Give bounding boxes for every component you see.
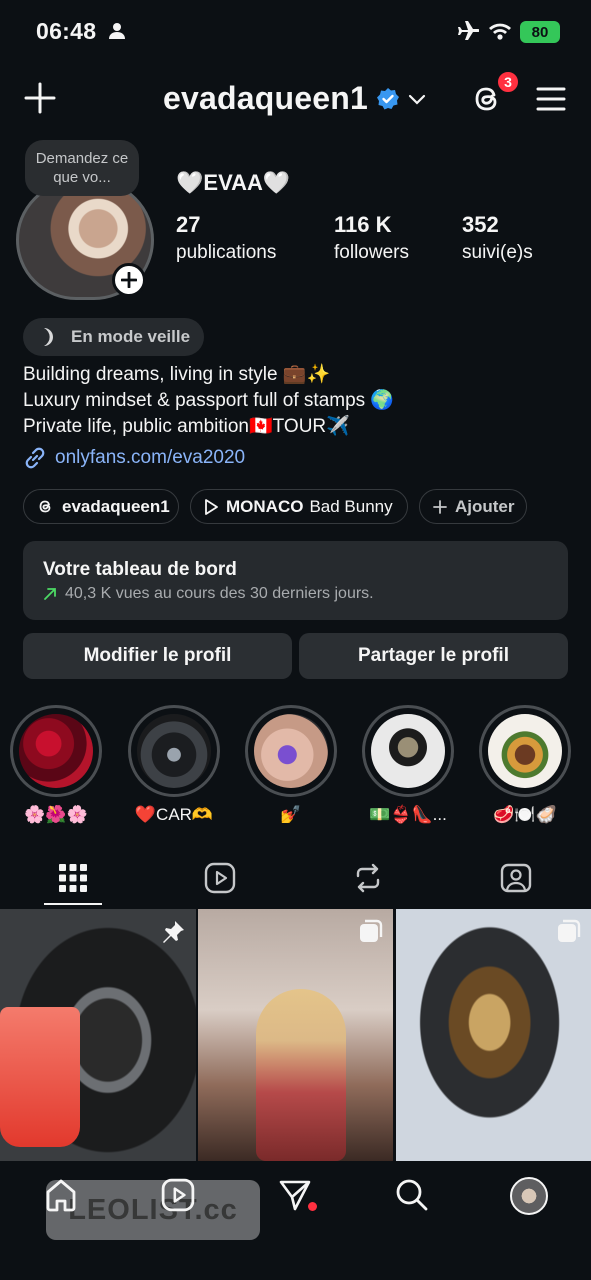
add-chip-label: Ajouter (455, 496, 515, 516)
highlight-ring (362, 705, 454, 797)
stat-label: followers (334, 242, 409, 263)
status-time: 06:48 (36, 18, 97, 44)
post-figure (256, 989, 346, 1161)
stat-label: suivi(e)s (462, 242, 533, 263)
bio-line: Private life, public ambition🇨🇦TOUR✈️ (23, 416, 350, 437)
music-artist: Bad Bunny (309, 496, 393, 516)
chevron-down-icon (408, 93, 426, 105)
reels-icon (204, 862, 236, 894)
play-icon (204, 498, 218, 515)
post-tile[interactable] (0, 909, 196, 1161)
repost-icon (353, 862, 383, 894)
drink-cup (0, 1007, 80, 1147)
menu-button[interactable] (536, 86, 566, 112)
person-icon (108, 22, 126, 40)
dashboard-subtitle-row: 40,3 K vues au cours des 30 derniers jou… (43, 585, 548, 603)
watermark-logo: LEOLIST.cc (46, 1180, 260, 1240)
story-highlight[interactable]: 💅 (245, 705, 337, 825)
tagged-person-icon (500, 862, 532, 894)
highlight-ring (479, 705, 571, 797)
sleep-mode-status[interactable]: En mode veille (23, 318, 204, 356)
note-bubble[interactable]: Demandez ce que vo... (25, 140, 139, 196)
pin-icon (160, 919, 186, 945)
tab-posts-grid[interactable] (51, 858, 95, 898)
highlight-label: 💅 (280, 805, 302, 824)
reels-nav-icon[interactable] (161, 1178, 195, 1212)
threads-chip-label: evadaqueen1 (62, 496, 170, 516)
sleep-mode-label: En mode veille (71, 327, 191, 346)
story-highlight[interactable]: 🌸🌺🌸 (10, 705, 102, 825)
bio-link-text: onlyfans.com/eva2020 (55, 447, 246, 468)
threads-icon (37, 498, 54, 515)
multiple-photos-icon (359, 919, 383, 943)
moon-icon (37, 326, 59, 348)
grid-icon (58, 863, 88, 893)
username: evadaqueen1 (163, 80, 368, 116)
notification-badge: 3 (496, 70, 520, 94)
profile-music-chip[interactable]: MONACO Bad Bunny (190, 489, 408, 524)
add-story-button[interactable] (112, 263, 146, 297)
highlight-cover (371, 714, 445, 788)
highlight-ring (245, 705, 337, 797)
highlight-ring (128, 705, 220, 797)
tab-reels[interactable] (198, 858, 242, 898)
story-highlight[interactable]: 🥩🍽️🦪 (479, 705, 571, 825)
bio-line: Building dreams, living in style 💼✨ (23, 364, 331, 385)
tab-tagged[interactable] (494, 858, 538, 898)
stat-value: 116 K (334, 212, 392, 237)
story-highlight[interactable]: ❤️CAR🫶 (128, 705, 220, 825)
trend-up-icon (43, 587, 57, 601)
stat-label: publications (176, 242, 277, 263)
professional-dashboard[interactable]: Votre tableau de bord 40,3 K vues au cou… (23, 541, 568, 620)
share-profile-button[interactable]: Partager le profil (299, 633, 568, 679)
highlight-cover (19, 714, 93, 788)
multiple-photos-icon (557, 919, 581, 943)
display-name: 🤍EVAA🤍 (176, 170, 291, 195)
stat-following[interactable]: 352 suivi(e)s (462, 212, 533, 264)
bio-link[interactable]: onlyfans.com/eva2020 (23, 446, 245, 470)
tab-reposts[interactable] (346, 858, 390, 898)
highlight-cover (137, 714, 211, 788)
dashboard-title: Votre tableau de bord (43, 559, 237, 580)
link-icon (23, 446, 47, 470)
plus-icon (433, 499, 447, 514)
battery-level: 80 (531, 23, 549, 41)
direct-messages-icon[interactable] (278, 1178, 312, 1212)
music-title: MONACO (226, 496, 304, 516)
stat-posts[interactable]: 27 publications (176, 212, 276, 264)
wifi-icon (488, 21, 512, 41)
bio-line: Luxury mindset & passport full of stamps… (23, 390, 395, 411)
highlight-ring (10, 705, 102, 797)
create-post-button[interactable] (24, 82, 56, 114)
stat-value: 27 (176, 212, 201, 237)
home-icon[interactable] (44, 1178, 78, 1212)
stat-followers[interactable]: 116 K followers (334, 212, 409, 264)
highlight-label: 💵👙👠... (369, 805, 447, 824)
active-tab-indicator (44, 903, 102, 905)
bio: Building dreams, living in style 💼✨ Luxu… (23, 362, 394, 440)
post-tile[interactable] (396, 909, 591, 1161)
airplane-icon (455, 21, 479, 43)
search-icon[interactable] (395, 1178, 429, 1212)
highlight-label: 🌸🌺🌸 (24, 805, 88, 824)
verified-badge-icon (376, 87, 400, 111)
stat-value: 352 (462, 212, 499, 237)
highlight-label: 🥩🍽️🦪 (493, 805, 557, 824)
account-switcher[interactable]: evadaqueen1 (163, 80, 426, 117)
dashboard-subtitle: 40,3 K vues au cours des 30 derniers jou… (65, 585, 374, 602)
story-highlight[interactable]: 💵👙👠... (362, 705, 454, 825)
profile-nav-avatar[interactable] (510, 1177, 548, 1215)
messages-unread-dot (308, 1202, 317, 1211)
battery-indicator: 80 (520, 21, 560, 43)
edit-profile-button[interactable]: Modifier le profil (23, 633, 292, 679)
post-tile[interactable] (198, 909, 393, 1161)
threads-profile-chip[interactable]: evadaqueen1 (23, 489, 179, 524)
highlight-cover (254, 714, 328, 788)
highlight-cover (488, 714, 562, 788)
add-chip-button[interactable]: Ajouter (419, 489, 527, 524)
highlight-label: ❤️CAR🫶 (134, 805, 214, 824)
